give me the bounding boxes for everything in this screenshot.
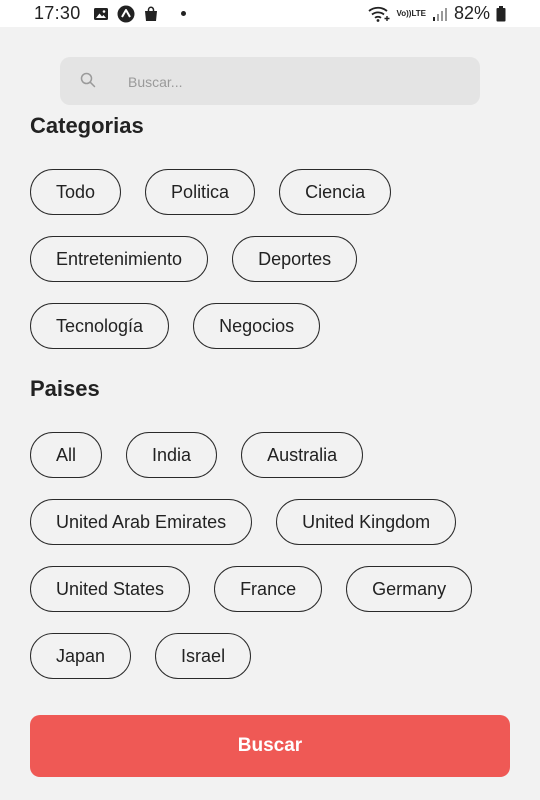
countries-title: Paises <box>30 376 100 401</box>
wifi-icon <box>368 6 390 22</box>
country-chip-israel[interactable]: Israel <box>155 633 252 679</box>
category-chip-todo[interactable]: Todo <box>30 169 122 215</box>
category-chip-deportes[interactable]: Deportes <box>232 236 358 282</box>
category-chip-ciencia[interactable]: Ciencia <box>279 169 392 215</box>
category-chip-entretenimiento[interactable]: Entretenimiento <box>30 236 209 282</box>
status-bar-right: Vo)) LTE 82% <box>368 3 540 24</box>
country-chip-australia[interactable]: Australia <box>241 432 364 478</box>
image-icon <box>93 6 109 22</box>
signal-icon <box>432 7 448 21</box>
country-chip-uk[interactable]: United Kingdom <box>276 499 457 545</box>
notification-dot <box>180 11 186 16</box>
category-chip-tecnologia[interactable]: Tecnología <box>30 303 170 349</box>
categories-title: Categorias <box>30 113 144 138</box>
network-label: LTE <box>411 8 426 18</box>
country-chip-japan[interactable]: Japan <box>30 633 132 679</box>
country-chip-uae[interactable]: United Arab Emirates <box>30 499 253 545</box>
country-chip-all[interactable]: All <box>30 432 103 478</box>
search-submit-button[interactable]: Buscar <box>30 715 510 777</box>
search-icon <box>80 72 96 93</box>
app-icon <box>117 5 135 23</box>
search-input[interactable] <box>126 57 470 107</box>
countries-chip-group: All India Australia United Arab Emirates… <box>30 432 520 679</box>
country-chip-germany[interactable]: Germany <box>346 566 473 612</box>
country-chip-france[interactable]: France <box>214 566 323 612</box>
status-bar: 17:30 Vo)) LTE 82% <box>0 0 540 27</box>
volte-icon: Vo)) LTE <box>396 8 426 18</box>
country-chip-india[interactable]: India <box>126 432 218 478</box>
search-bar[interactable] <box>60 57 480 107</box>
country-chip-usa[interactable]: United States <box>30 566 191 612</box>
shopping-bag-icon <box>143 6 159 22</box>
categories-chip-group: Todo Politica Ciencia Entretenimiento De… <box>30 169 520 349</box>
battery-percent: 82% <box>453 3 490 23</box>
category-chip-politica[interactable]: Politica <box>145 169 256 215</box>
status-time: 17:30 <box>34 3 81 23</box>
battery-icon <box>496 5 506 22</box>
category-chip-negocios[interactable]: Negocios <box>193 303 321 349</box>
status-bar-left: 17:30 <box>0 3 186 24</box>
